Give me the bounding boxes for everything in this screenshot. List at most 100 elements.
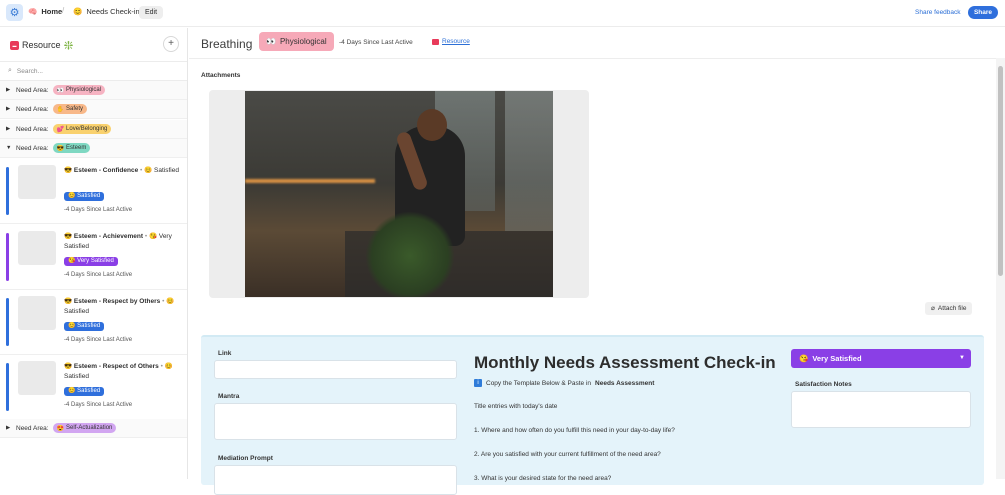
days-since-active: -4 Days Since Last Active <box>339 39 413 46</box>
photo-light-strip <box>245 179 375 183</box>
search-input[interactable]: Search... <box>17 68 43 75</box>
smile-icon: 😊 <box>68 388 76 394</box>
need-area-prefix: Need Area: <box>16 424 49 432</box>
copy-bold-text: Needs Assessment <box>595 379 655 387</box>
need-area-physiological[interactable]: ▶ Need Area: 👀 Physiological <box>0 81 187 100</box>
status-badge: 😊 Satisfied <box>64 322 105 331</box>
search-icon: ⌕ <box>8 67 12 74</box>
satisfaction-select[interactable]: 😘 Very Satisfied ▼ <box>791 349 971 368</box>
top-bar: ⚙ 🧠 Home / 😊 Needs Check-in Edit Share f… <box>0 0 1005 27</box>
smile-icon: 😊 <box>68 323 76 329</box>
card-esteem-confidence[interactable]: 😎 Esteem - Confidence • 😊 Satisfied 😊 Sa… <box>0 159 187 224</box>
tag-love-belonging: 💕 Love/Belonging <box>52 124 112 134</box>
card-esteem-achievement[interactable]: 😎 Esteem - Achievement • 😘 Very Satisfie… <box>0 225 187 290</box>
scrollbar-thumb[interactable] <box>998 66 1003 276</box>
expand-triangle-icon[interactable]: ▶ <box>6 106 12 112</box>
copy-instruction: i Copy the Template Below & Paste in Nee… <box>474 379 654 387</box>
satisfaction-notes-label: Satisfaction Notes <box>795 381 852 388</box>
form-line: 2. Are you satisfied with your current f… <box>474 451 661 458</box>
need-area-prefix: Need Area: <box>16 144 49 152</box>
tag-label: Esteem <box>66 145 87 151</box>
card-title: 😎 Esteem - Respect by Others • 😊 Satisfi… <box>64 297 182 317</box>
resource-logo-icon <box>432 38 439 45</box>
need-area-pill-label: Physiological <box>279 37 327 46</box>
heart-eyes-icon: 😍 <box>56 425 65 432</box>
smile-icon: 😊 <box>144 167 153 174</box>
need-area-love-belonging[interactable]: ▶ Need Area: 💕 Love/Belonging <box>0 120 187 139</box>
need-area-esteem[interactable]: ▼ Need Area: 😎 Esteem <box>0 139 187 158</box>
yoga-photo[interactable] <box>245 91 553 297</box>
sunglasses-icon: 😎 <box>64 298 73 305</box>
card-dot: • <box>144 233 148 240</box>
tag-label: Physiological <box>66 87 102 93</box>
card-thumbnail <box>18 231 56 265</box>
kiss-icon: 😘 <box>68 258 76 264</box>
need-area-pill[interactable]: 👀 Physiological <box>259 32 334 51</box>
status-badge: 😊 Satisfied <box>64 387 105 396</box>
need-area-prefix: Need Area: <box>16 105 49 113</box>
gear-icon[interactable]: ⚙ <box>6 4 23 21</box>
expand-triangle-icon[interactable]: ▶ <box>6 87 12 93</box>
attach-file-label: Attach file <box>937 305 967 312</box>
need-area-safety[interactable]: ▶ Need Area: ✋ Safety <box>0 100 187 119</box>
attachments-label: Attachments <box>201 72 241 79</box>
card-title-text: Esteem - Achievement <box>73 233 144 240</box>
form-line: 1. Where and how often do you fulfill th… <box>474 427 675 434</box>
caret-down-icon[interactable]: ▼ <box>959 355 965 361</box>
mediation-prompt-input[interactable] <box>214 465 457 495</box>
hearts-icon: 💕 <box>56 126 65 133</box>
need-area-self-actualization[interactable]: ▶ Need Area: 😍 Self-Actualization <box>0 419 187 438</box>
share-button[interactable]: Share <box>968 6 998 19</box>
status-badge-label: Satisfied <box>77 193 101 199</box>
search-bar[interactable]: ⌕ Search... <box>0 61 187 81</box>
card-thumbnail <box>18 361 56 395</box>
mantra-input[interactable] <box>214 403 457 440</box>
card-accent-bar <box>6 167 9 215</box>
card-status-text: Satisfied <box>64 373 89 380</box>
add-button[interactable]: + <box>163 36 179 52</box>
resource-link[interactable]: Resource <box>432 38 470 45</box>
smile-icon: 😊 <box>164 363 173 370</box>
card-esteem-respect-of-others[interactable]: 😎 Esteem - Respect of Others • 😊 Satisfi… <box>0 355 187 420</box>
smile-icon: 😊 <box>166 298 175 305</box>
status-badge-label: Satisfied <box>77 323 101 329</box>
breadcrumb-home[interactable]: 🧠 Home <box>28 7 62 16</box>
attachment-preview[interactable] <box>209 90 589 298</box>
kiss-icon: 😘 <box>148 233 158 240</box>
link-input[interactable] <box>214 360 457 379</box>
tag-esteem: 😎 Esteem <box>52 143 91 153</box>
smile-icon: 😊 <box>68 193 76 199</box>
attach-file-button[interactable]: ⌀ Attach file <box>925 302 973 315</box>
card-title: 😎 Esteem - Respect of Others • 😊 Satisfi… <box>64 362 182 382</box>
edit-button[interactable]: Edit <box>139 6 164 19</box>
status-badge-label: Very Satisfied <box>77 258 114 264</box>
card-meta: -4 Days Since Last Active <box>64 402 133 408</box>
card-accent-bar <box>6 233 9 281</box>
card-meta: -4 Days Since Last Active <box>64 272 133 278</box>
page-title[interactable]: Breathing <box>201 37 252 51</box>
tag-label: Love/Belonging <box>66 126 108 132</box>
resource-link-label[interactable]: Resource <box>442 38 470 45</box>
form-line: Title entries with today's date <box>474 403 558 410</box>
main-scrollbar[interactable] <box>996 58 1005 479</box>
card-esteem-respect-by-others[interactable]: 😎 Esteem - Respect by Others • 😊 Satisfi… <box>0 290 187 355</box>
card-accent-bar <box>6 363 9 411</box>
breadcrumb-current-label: Needs Check-in <box>86 7 140 16</box>
sunglasses-icon: 😎 <box>64 167 73 174</box>
info-icon: i <box>474 379 482 387</box>
satisfaction-notes-input[interactable] <box>791 391 971 428</box>
sidebar-title: ▬ Resource ❇️ <box>10 40 74 50</box>
sparkle-icon: ❇️ <box>63 40 74 50</box>
mediation-prompt-label: Mediation Prompt <box>218 455 273 462</box>
card-title-text: Esteem - Respect of Others <box>73 363 159 370</box>
status-badge: 😊 Satisfied <box>64 192 105 201</box>
expand-triangle-icon[interactable]: ▶ <box>6 425 12 431</box>
share-feedback-link[interactable]: Share feedback <box>915 9 961 16</box>
sunglasses-icon: 😎 <box>64 363 73 370</box>
divider <box>189 58 1005 59</box>
kiss-icon: 😘 <box>799 354 809 363</box>
breadcrumb-current[interactable]: 😊 Needs Check-in <box>73 7 140 16</box>
mantra-label: Mantra <box>218 393 240 400</box>
expand-triangle-icon[interactable]: ▶ <box>6 126 12 132</box>
collapse-triangle-icon[interactable]: ▼ <box>6 145 12 151</box>
